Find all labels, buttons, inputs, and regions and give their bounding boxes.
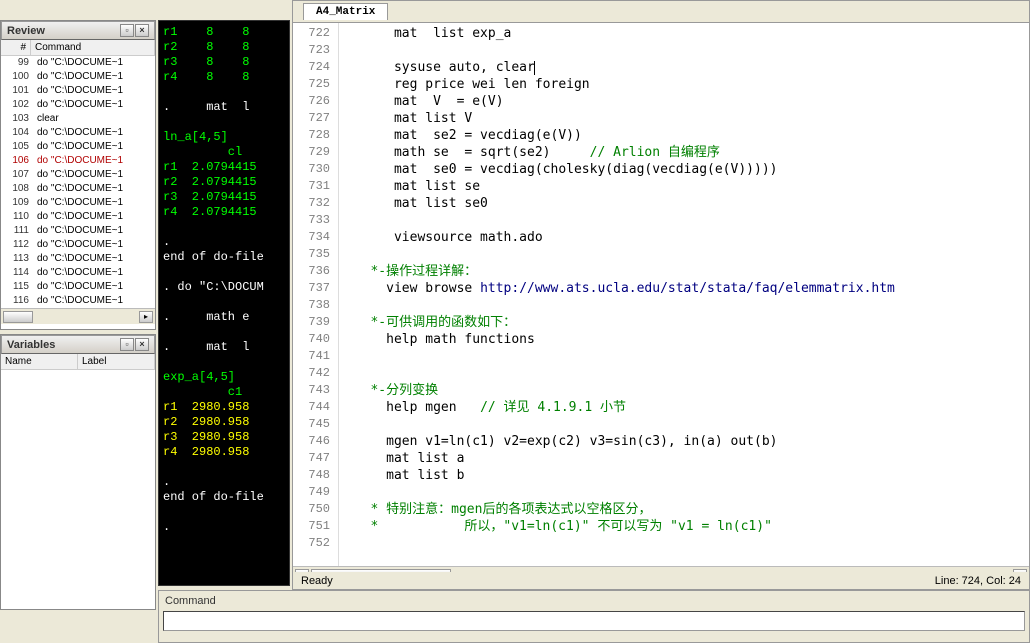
- review-col-cmd: Command: [31, 40, 155, 55]
- scroll-right-icon[interactable]: ▸: [139, 311, 153, 323]
- review-rows[interactable]: 99do "C:\DOCUME~1100do "C:\DOCUME~1101do…: [1, 56, 155, 308]
- review-row[interactable]: 100do "C:\DOCUME~1: [1, 70, 155, 84]
- review-row[interactable]: 102do "C:\DOCUME~1: [1, 98, 155, 112]
- close-icon[interactable]: ×: [135, 338, 149, 351]
- tab-a4-matrix[interactable]: A4_Matrix: [303, 3, 388, 20]
- review-col-num: #: [1, 40, 31, 55]
- review-row[interactable]: 108do "C:\DOCUME~1: [1, 182, 155, 196]
- editor-code[interactable]: mat list exp_a sysuse auto, clear reg pr…: [339, 23, 1029, 566]
- command-label: Command: [159, 591, 1029, 611]
- variables-panel: Variables ▫ × Name Label: [0, 334, 156, 610]
- variables-header: Name Label: [1, 354, 155, 370]
- review-header: # Command: [1, 40, 155, 56]
- review-row[interactable]: 105do "C:\DOCUME~1: [1, 140, 155, 154]
- review-row[interactable]: 109do "C:\DOCUME~1: [1, 196, 155, 210]
- editor-gutter: 7227237247257267277287297307317327337347…: [293, 23, 339, 566]
- review-row[interactable]: 111do "C:\DOCUME~1: [1, 224, 155, 238]
- status-line-col: Line: 724, Col: 24: [935, 575, 1021, 587]
- review-row[interactable]: 110do "C:\DOCUME~1: [1, 210, 155, 224]
- editor-status-bar: Ready Line: 724, Col: 24: [292, 572, 1030, 590]
- review-row[interactable]: 116do "C:\DOCUME~1: [1, 294, 155, 308]
- status-ready: Ready: [301, 575, 333, 587]
- command-panel: Command: [158, 590, 1030, 643]
- review-row[interactable]: 99do "C:\DOCUME~1: [1, 56, 155, 70]
- review-row[interactable]: 101do "C:\DOCUME~1: [1, 84, 155, 98]
- review-row[interactable]: 113do "C:\DOCUME~1: [1, 252, 155, 266]
- review-row[interactable]: 104do "C:\DOCUME~1: [1, 126, 155, 140]
- close-icon[interactable]: ×: [135, 24, 149, 37]
- review-row[interactable]: 106do "C:\DOCUME~1: [1, 154, 155, 168]
- variables-title: Variables: [7, 339, 55, 351]
- review-restore-button[interactable]: ▫: [120, 24, 134, 37]
- scrollbar-thumb[interactable]: [3, 311, 33, 323]
- review-row[interactable]: 114do "C:\DOCUME~1: [1, 266, 155, 280]
- review-panel: Review ▫ × # Command 99do "C:\DOCUME~110…: [0, 20, 156, 330]
- results-console[interactable]: r1 8 8r2 8 8r3 8 8r4 8 8 . mat l ln_a[4,…: [158, 20, 290, 586]
- variables-restore-button[interactable]: ▫: [120, 338, 134, 351]
- variables-col-name: Name: [1, 354, 78, 369]
- command-input[interactable]: [163, 611, 1025, 631]
- review-row[interactable]: 115do "C:\DOCUME~1: [1, 280, 155, 294]
- review-row[interactable]: 107do "C:\DOCUME~1: [1, 168, 155, 182]
- review-title-bar: Review ▫ ×: [1, 21, 155, 40]
- dofile-editor: A4_Matrix 722723724725726727728729730731…: [292, 0, 1030, 588]
- variables-title-bar: Variables ▫ ×: [1, 335, 155, 354]
- review-row[interactable]: 112do "C:\DOCUME~1: [1, 238, 155, 252]
- variables-col-label: Label: [78, 354, 155, 369]
- editor-tab-bar: A4_Matrix: [293, 1, 1029, 23]
- review-scrollbar[interactable]: ▸: [1, 308, 155, 324]
- review-row[interactable]: 103clear: [1, 112, 155, 126]
- review-title: Review: [7, 25, 45, 37]
